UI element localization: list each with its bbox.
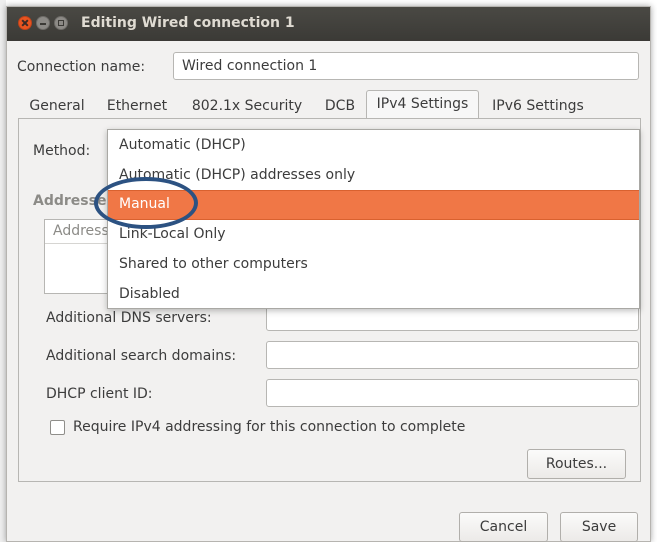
routes-button[interactable]: Routes... [527,449,626,479]
save-button[interactable]: Save [560,512,638,542]
connection-name-label: Connection name: [17,59,146,75]
window-title: Editing Wired connection 1 [81,15,295,31]
dhcp-client-id-input[interactable] [266,379,639,407]
maximize-icon[interactable] [54,16,68,30]
method-option-disabled[interactable]: Disabled [108,281,639,309]
tab-8021x-security[interactable]: 802.1x Security [179,92,315,120]
connection-name-input[interactable]: Wired connection 1 [173,52,639,80]
tab-ipv4-settings[interactable]: IPv4 Settings [366,90,479,120]
search-domains-input[interactable] [266,341,639,369]
tab-general[interactable]: General [19,92,95,120]
tab-ipv6-settings[interactable]: IPv6 Settings [481,92,595,120]
dns-servers-label: Additional DNS servers: [46,310,212,326]
require-ipv4-checkbox[interactable] [50,420,65,435]
method-option-dhcp-addresses-only[interactable]: Automatic (DHCP) addresses only [108,162,639,190]
method-option-link-local-only[interactable]: Link-Local Only [108,221,639,249]
method-option-shared[interactable]: Shared to other computers [108,251,639,279]
title-bar: Editing Wired connection 1 [7,7,650,41]
require-ipv4-label: Require IPv4 addressing for this connect… [73,419,466,435]
tab-ethernet[interactable]: Ethernet [95,92,179,120]
cancel-button[interactable]: Cancel [459,512,548,542]
method-label: Method: [33,143,91,159]
method-option-automatic-dhcp[interactable]: Automatic (DHCP) [108,132,639,160]
annotation-circle [94,177,198,229]
tab-dcb[interactable]: DCB [315,92,365,120]
close-icon[interactable] [18,16,32,30]
dhcp-client-id-label: DHCP client ID: [46,386,153,402]
minimize-icon[interactable] [36,16,50,30]
search-domains-label: Additional search domains: [46,348,237,364]
